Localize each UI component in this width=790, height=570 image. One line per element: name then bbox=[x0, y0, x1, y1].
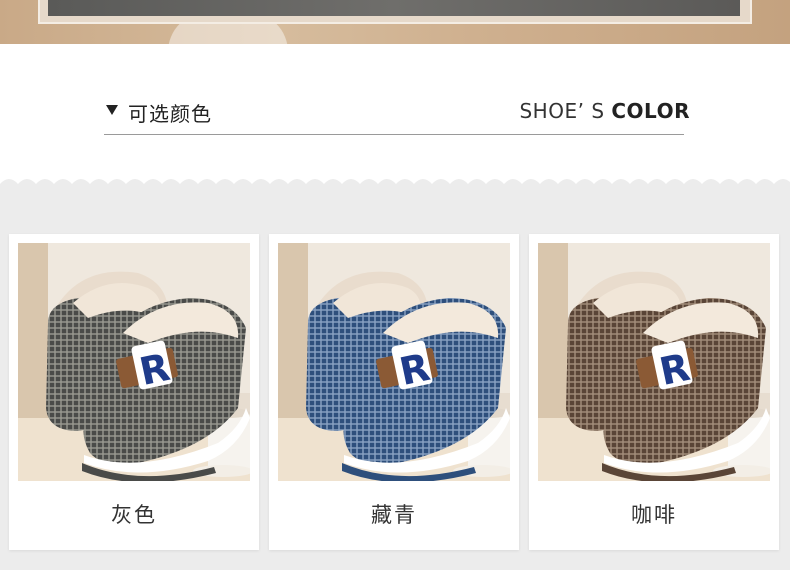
color-card-coffee[interactable]: R 咖啡 bbox=[529, 234, 779, 550]
wave-divider bbox=[0, 179, 790, 194]
section-title-cn: 可选颜色 bbox=[128, 102, 212, 126]
triangle-down-icon bbox=[106, 105, 118, 115]
title-en-bold: COLOR bbox=[611, 99, 690, 123]
top-banner-image bbox=[0, 0, 790, 44]
color-card-grey[interactable]: R 灰色 bbox=[9, 234, 259, 550]
slipper-photo-grey: R bbox=[18, 243, 250, 481]
color-label-grey: 灰色 bbox=[111, 503, 157, 527]
slipper-photo: R bbox=[278, 243, 510, 481]
color-label-coffee: 咖啡 bbox=[631, 503, 677, 527]
section-title-row: 可选颜色 SHOE’ S COLOR bbox=[104, 96, 690, 135]
title-en-light: SHOE’ S bbox=[519, 99, 605, 123]
slipper-photo: R bbox=[538, 243, 770, 481]
section-title-en: SHOE’ S COLOR bbox=[519, 99, 690, 123]
banner-slipper-strip bbox=[48, 0, 740, 16]
color-label-navy: 藏青 bbox=[371, 503, 417, 527]
color-card-navy[interactable]: R 藏青 bbox=[269, 234, 519, 550]
slipper-photo-navy: R bbox=[278, 243, 510, 481]
slipper-photo-coffee: R bbox=[538, 243, 770, 481]
slipper-photo: R bbox=[18, 243, 250, 481]
